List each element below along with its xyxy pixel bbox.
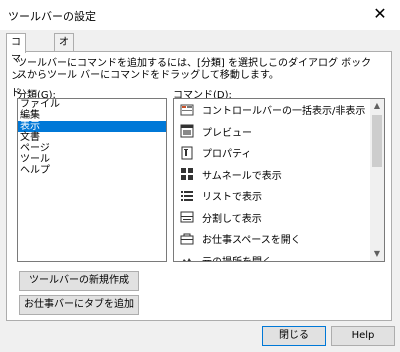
help-button[interactable]: Help (331, 326, 395, 346)
command-item[interactable]: 分割して表示 (174, 207, 370, 229)
command-item[interactable]: コントロールバーの一括表示/非表示 (174, 99, 370, 121)
add-tab-button[interactable]: お仕事バーにタブを追加 (19, 295, 139, 315)
category-item[interactable]: ページ (18, 143, 166, 154)
category-item[interactable]: ヘルプ (18, 165, 166, 176)
close-button[interactable]: 閉じる (262, 326, 326, 346)
tab-options[interactable]: オプション (54, 33, 74, 116)
category-item[interactable]: 編集 (18, 110, 166, 121)
command-label: プロパティ (202, 149, 252, 161)
list-view-icon (181, 190, 193, 201)
window-title: ツールバーの設定 (8, 10, 96, 23)
tab-commands[interactable]: コマンド (6, 33, 26, 99)
command-item[interactable]: 元の場所を開く (174, 250, 370, 261)
command-label: 分割して表示 (202, 213, 262, 225)
category-item[interactable]: 文書 (18, 132, 166, 143)
category-item[interactable]: 表示 (18, 121, 166, 132)
command-item[interactable]: お仕事スペースを開く (174, 228, 370, 250)
command-label: リストで表示 (202, 192, 262, 204)
categories-listbox[interactable]: ファイル 編集 表示 文書 ページ ツール ヘルプ (17, 98, 167, 262)
split-view-icon (180, 211, 194, 223)
scrollbar-thumb[interactable] (372, 115, 382, 167)
title-bar: ツールバーの設定 ✕ (0, 0, 400, 30)
commands-listbox[interactable]: コントロールバーの一括表示/非表示 プレビュープロパティサムネールで表示 リストで表… (173, 98, 385, 262)
scroll-up-icon[interactable]: ▲ (370, 99, 384, 113)
scroll-down-icon[interactable]: ▼ (370, 247, 384, 261)
category-item[interactable]: ファイル (18, 99, 166, 110)
thumbnail-grid-icon (181, 168, 193, 181)
command-label: コントロールバーの一括表示/非表示 (202, 106, 366, 118)
preview-icon (180, 124, 194, 138)
command-label: プレビュー (202, 127, 252, 139)
command-label: サムネールで表示 (202, 170, 282, 182)
properties-icon (181, 146, 193, 160)
commands-scrollbar[interactable]: ▲ ▼ (370, 99, 384, 261)
workspace-icon (180, 233, 194, 245)
command-item[interactable]: プロパティ (174, 142, 370, 164)
command-label: 元の場所を開く (202, 253, 272, 261)
command-item[interactable]: サムネールで表示 (174, 164, 370, 186)
instruction-text: ツールバーにコマンドを追加するには、[分類] を選択しこのダイアログ ボックスか… (17, 58, 372, 81)
command-label: お仕事スペースを開く (202, 235, 301, 247)
tab-panel: ツールバーにコマンドを追加するには、[分類] を選択しこのダイアログ ボックスか… (6, 51, 392, 321)
open-location-icon (182, 258, 191, 261)
category-item[interactable]: ツール (18, 154, 166, 165)
command-item[interactable]: プレビュー (174, 121, 370, 143)
new-toolbar-button[interactable]: ツールバーの新規作成 (19, 271, 139, 291)
close-icon[interactable]: ✕ (370, 4, 390, 24)
command-item[interactable]: リストで表示 (174, 185, 370, 207)
toolbars-toggle-icon (180, 104, 194, 116)
